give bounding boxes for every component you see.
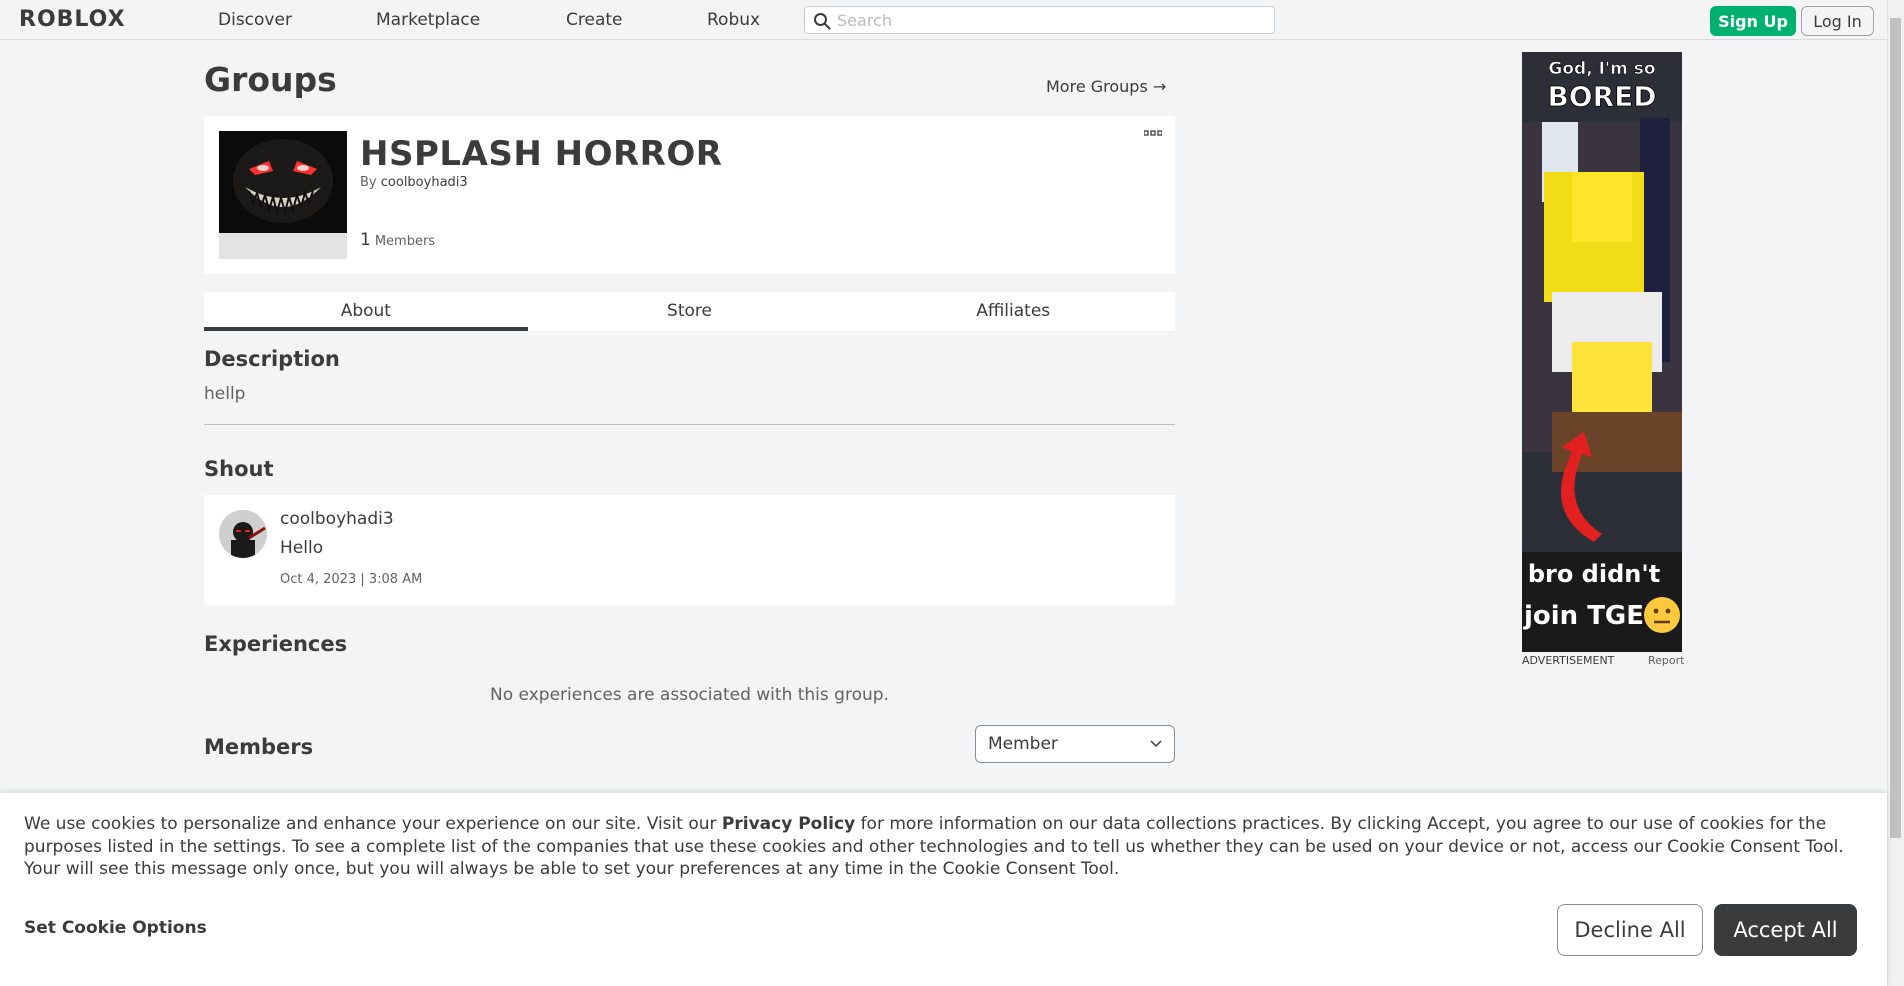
advertisement-banner[interactable]: God, I'm so BORED bro didn't join TGE (1522, 52, 1682, 652)
scrollbar-thumb[interactable] (1890, 18, 1901, 838)
decline-all-button[interactable]: Decline All (1557, 904, 1703, 956)
cookie-consent-banner: We use cookies to personalize and enhanc… (0, 793, 1887, 986)
member-count-label: Members (374, 234, 436, 249)
ad-top-text-1: God, I'm so (1548, 59, 1655, 79)
ad-label: ADVERTISEMENT (1522, 654, 1615, 667)
cookie-message: We use cookies to personalize and enhanc… (24, 813, 1868, 881)
group-header-card: HSPLASH HORROR By coolboyhadi3 1 Members (204, 116, 1175, 274)
by-label: By (360, 175, 377, 190)
nav-marketplace[interactable]: Marketplace (376, 10, 480, 30)
description-text: hellp (204, 384, 246, 404)
ad-report-link[interactable]: Report (1648, 654, 1684, 667)
member-count-number: 1 (360, 230, 371, 250)
roblox-logo[interactable]: ROBLOX (19, 7, 126, 32)
members-heading: Members (204, 735, 314, 759)
group-tabs: About Store Affiliates (204, 292, 1175, 331)
ad-bottom-text-2: join TGE (1523, 601, 1644, 631)
ad-top-text-2: BORED (1547, 80, 1656, 113)
group-emblem (219, 131, 347, 259)
group-owner-line: By coolboyhadi3 (360, 175, 468, 190)
page-title: Groups (204, 60, 337, 99)
ad-bottom-text-1: bro didn't (1528, 560, 1660, 588)
tab-affiliates[interactable]: Affiliates (851, 292, 1175, 331)
group-name: HSPLASH HORROR (360, 134, 723, 174)
search-box (804, 6, 1275, 34)
role-selected-value: Member (988, 734, 1058, 754)
nav-create[interactable]: Create (566, 10, 623, 30)
experiences-heading: Experiences (204, 632, 348, 656)
section-divider (204, 424, 1175, 425)
chevron-down-icon (1150, 740, 1162, 748)
group-emblem-image (219, 131, 347, 233)
avatar[interactable] (219, 510, 267, 558)
description-heading: Description (204, 347, 340, 371)
nav-robux[interactable]: Robux (707, 10, 760, 30)
log-in-button[interactable]: Log In (1801, 6, 1874, 36)
member-role-dropdown[interactable]: Member (975, 725, 1175, 763)
shout-card: coolboyhadi3 Hello Oct 4, 2023 | 3:08 AM (204, 495, 1175, 605)
shout-heading: Shout (204, 457, 274, 481)
shout-timestamp: Oct 4, 2023 | 3:08 AM (280, 572, 423, 587)
accept-all-button[interactable]: Accept All (1714, 904, 1857, 956)
sign-up-button[interactable]: Sign Up (1710, 6, 1796, 36)
cookie-text-part-1: We use cookies to personalize and enhanc… (24, 814, 722, 834)
shout-message: Hello (280, 538, 324, 558)
top-nav-bar: ROBLOX Discover Marketplace Create Robux… (0, 0, 1887, 40)
group-member-count: 1 Members (360, 230, 435, 250)
group-owner-link[interactable]: coolboyhadi3 (381, 175, 468, 190)
nav-discover[interactable]: Discover (218, 10, 292, 30)
privacy-policy-link[interactable]: Privacy Policy (722, 814, 855, 834)
more-options-icon[interactable] (1144, 129, 1162, 137)
tab-about[interactable]: About (204, 292, 528, 331)
search-icon (814, 13, 831, 30)
more-groups-link[interactable]: More Groups → (1046, 77, 1166, 96)
set-cookie-options-link[interactable]: Set Cookie Options (24, 918, 207, 938)
search-input[interactable] (837, 9, 1267, 31)
neutral-face-emoji-icon (1644, 597, 1680, 633)
shout-author-link[interactable]: coolboyhadi3 (280, 509, 394, 529)
tab-store[interactable]: Store (528, 292, 852, 331)
no-experiences-text: No experiences are associated with this … (490, 685, 889, 705)
